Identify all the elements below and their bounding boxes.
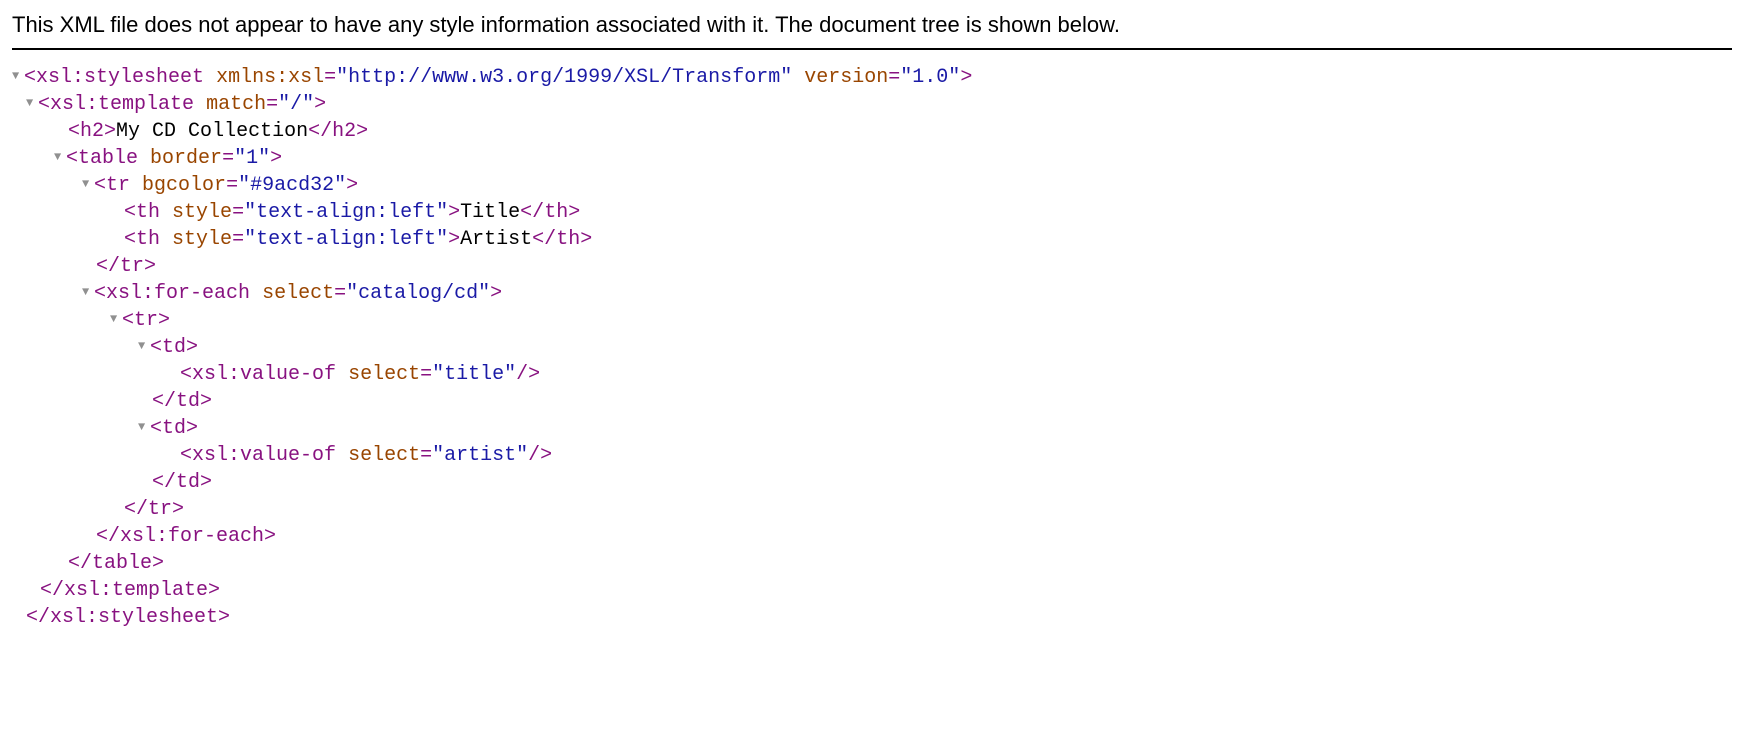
disclosure-triangle-icon[interactable]: ▼ [110, 311, 124, 327]
node-td2-close[interactable]: </td> [12, 469, 1732, 496]
node-tr2-open[interactable]: ▼<tr> [12, 307, 1732, 334]
disclosure-triangle-icon[interactable]: ▼ [138, 338, 152, 354]
node-th-artist[interactable]: <th style="text-align:left">Artist</th> [12, 226, 1732, 253]
attr-value: "1.0" [900, 66, 960, 89]
node-td2-open[interactable]: ▼<td> [12, 415, 1732, 442]
disclosure-triangle-icon[interactable]: ▼ [138, 419, 152, 435]
node-tr2-close[interactable]: </tr> [12, 496, 1732, 523]
node-tr1-open[interactable]: ▼<tr bgcolor="#9acd32"> [12, 172, 1732, 199]
equals: = [888, 66, 900, 89]
node-stylesheet-open[interactable]: ▼<xsl:stylesheet xmlns:xsl="http://www.w… [12, 64, 1732, 91]
node-valueof-title[interactable]: <xsl:value-of select="title"/> [12, 361, 1732, 388]
node-table-open[interactable]: ▼<table border="1"> [12, 145, 1732, 172]
node-th-title[interactable]: <th style="text-align:left">Title</th> [12, 199, 1732, 226]
disclosure-triangle-icon[interactable]: ▼ [82, 284, 96, 300]
disclosure-triangle-icon[interactable]: ▼ [12, 68, 26, 84]
node-h2[interactable]: <h2>My CD Collection</h2> [12, 118, 1732, 145]
node-template-open[interactable]: ▼<xsl:template match="/"> [12, 91, 1732, 118]
node-td1-open[interactable]: ▼<td> [12, 334, 1732, 361]
node-foreach-open[interactable]: ▼<xsl:for-each select="catalog/cd"> [12, 280, 1732, 307]
equals: = [324, 66, 336, 89]
attr-name: xmlns:xsl [216, 66, 324, 89]
node-valueof-artist[interactable]: <xsl:value-of select="artist"/> [12, 442, 1732, 469]
node-td1-close[interactable]: </td> [12, 388, 1732, 415]
attr-value: "http://www.w3.org/1999/XSL/Transform" [336, 66, 792, 89]
space [204, 66, 216, 89]
node-foreach-close[interactable]: </xsl:for-each> [12, 523, 1732, 550]
node-stylesheet-close[interactable]: </xsl:stylesheet> [12, 604, 1732, 631]
node-tr1-close[interactable]: </tr> [12, 253, 1732, 280]
disclosure-triangle-icon[interactable]: ▼ [82, 176, 96, 192]
node-table-close[interactable]: </table> [12, 550, 1732, 577]
disclosure-triangle-icon[interactable]: ▼ [26, 95, 40, 111]
xml-tree: ▼<xsl:stylesheet xmlns:xsl="http://www.w… [12, 64, 1732, 631]
text-content: My CD Collection [116, 120, 308, 143]
attr-name: version [804, 66, 888, 89]
disclosure-triangle-icon[interactable]: ▼ [54, 149, 68, 165]
tag-bracket: > [960, 66, 972, 89]
space [792, 66, 804, 89]
xml-no-style-message: This XML file does not appear to have an… [12, 8, 1732, 50]
tag-name: xsl:stylesheet [36, 66, 204, 89]
node-template-close[interactable]: </xsl:template> [12, 577, 1732, 604]
